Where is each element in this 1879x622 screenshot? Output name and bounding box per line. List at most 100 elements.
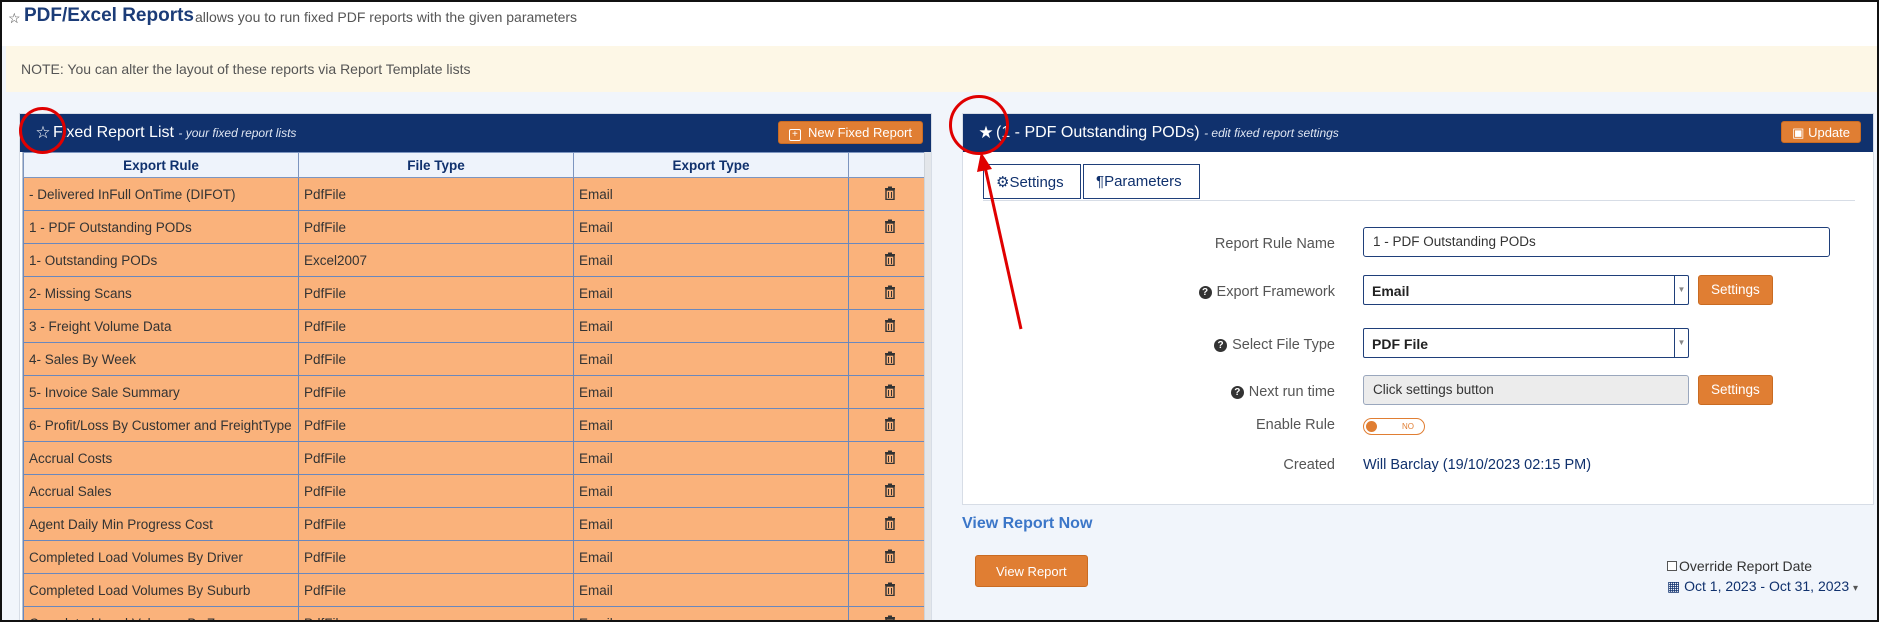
trash-icon[interactable] <box>884 285 896 299</box>
override-date-checkbox[interactable] <box>1667 561 1677 571</box>
help-icon[interactable]: ? <box>1198 286 1212 299</box>
table-row[interactable]: 6- Profit/Loss By Customer and FreightTy… <box>23 408 930 442</box>
export-rule-cell[interactable]: 1- Outstanding PODs <box>23 243 299 277</box>
favorite-star-icon[interactable]: ☆ <box>8 10 21 27</box>
table-row[interactable]: 3 - Freight Volume Data PdfFile Email <box>23 309 930 343</box>
export-rule-cell[interactable]: Completed Load Volumes By Suburb <box>23 573 299 607</box>
gear-icon: ⚙ <box>996 174 1010 191</box>
table-row[interactable]: Completed Load Volumes By ZonePdfFileEma… <box>23 606 930 622</box>
column-header-export-rule[interactable]: Export Rule <box>23 152 299 178</box>
export-rule-cell[interactable]: 2- Missing Scans <box>23 276 299 310</box>
new-fixed-report-button[interactable]: + New Fixed Report <box>777 121 923 144</box>
column-header-file-type[interactable]: File Type <box>298 152 574 178</box>
file-type-cell: Excel2007 <box>298 243 574 277</box>
export-type-cell: Email <box>573 540 849 574</box>
help-icon[interactable]: ? <box>1230 386 1244 399</box>
trash-icon[interactable] <box>884 417 896 431</box>
file-type-cell: PdfFile <box>298 375 574 409</box>
delete-cell <box>848 507 930 541</box>
export-framework-label: ? Export Framework <box>1035 284 1335 300</box>
export-rule-cell[interactable]: Accrual Costs <box>23 441 299 475</box>
export-rule-cell[interactable]: 3 - Freight Volume Data <box>23 309 299 343</box>
trash-icon[interactable] <box>884 318 896 332</box>
table-row[interactable]: Completed Load Volumes By Suburb PdfFile E… <box>23 573 930 607</box>
delete-cell <box>848 375 930 409</box>
table-row[interactable]: 1- Outstanding PODs Excel2007 Email <box>23 243 930 277</box>
export-type-cell: Email <box>573 210 849 244</box>
enable-rule-toggle[interactable]: NO <box>1363 418 1425 435</box>
export-type-cell: Email <box>573 606 849 620</box>
plus-square-icon: + <box>788 129 801 141</box>
fixed-report-list-subtitle: - your fixed report lists <box>178 126 297 140</box>
export-type-cell: Email <box>573 309 849 343</box>
page-title: PDF/Excel Reports <box>24 5 194 26</box>
toggle-state-text: NO <box>1402 422 1414 431</box>
table-row[interactable]: 2- Missing Scans PdfFile Email <box>23 276 930 310</box>
delete-cell <box>848 210 930 244</box>
file-type-cell: PdfFile <box>298 474 574 508</box>
trash-icon[interactable] <box>884 549 896 563</box>
date-range-picker[interactable]: ▦ Oct 1, 2023 - Oct 31, 2023 ▾ <box>1667 578 1858 595</box>
export-rule-cell[interactable]: Completed Load Volumes By Zone <box>23 606 299 620</box>
export-type-cell: Email <box>573 177 849 211</box>
file-type-cell: PdfFile <box>298 540 574 574</box>
trash-icon[interactable] <box>884 483 896 497</box>
export-rule-cell[interactable]: Agent Daily Min Progress Cost <box>23 507 299 541</box>
grid-scrollbar[interactable] <box>924 152 931 620</box>
next-run-time-input[interactable]: Click settings button <box>1363 375 1689 405</box>
report-rule-name-input[interactable]: 1 - PDF Outstanding PODs <box>1363 227 1830 257</box>
export-rule-cell[interactable]: - Delivered InFull OnTime (DIFOT) <box>23 177 299 211</box>
update-button[interactable]: ▣ Update <box>1781 121 1861 143</box>
trash-icon[interactable] <box>884 252 896 266</box>
help-icon[interactable]: ? <box>1214 339 1228 352</box>
column-header-export-type[interactable]: Export Type <box>573 152 849 178</box>
trash-icon[interactable] <box>884 384 896 398</box>
export-framework-settings-button[interactable]: Settings <box>1698 275 1773 305</box>
export-rule-cell[interactable]: 4- Sales By Week <box>23 342 299 376</box>
view-report-button[interactable]: View Report <box>975 555 1088 587</box>
trash-icon[interactable] <box>884 219 896 233</box>
export-framework-select[interactable]: Email ▼ <box>1363 275 1689 305</box>
trash-icon[interactable] <box>884 450 896 464</box>
table-row[interactable]: Accrual Costs PdfFile Email <box>23 441 930 475</box>
delete-cell <box>848 408 930 442</box>
edit-report-subtitle: - edit fixed report settings <box>1204 126 1339 140</box>
annotation-circle-right <box>949 95 1009 155</box>
calendar-icon: ▦ <box>1667 578 1681 594</box>
override-date-label: Override Report Date <box>1679 558 1813 574</box>
table-row[interactable]: - Delivered InFull OnTime (DIFOT) PdfFile… <box>23 177 930 211</box>
date-range-caret: ▾ <box>1853 583 1859 594</box>
table-row[interactable]: Accrual Sales PdfFile Email <box>23 474 930 508</box>
table-row[interactable]: Agent Daily Min Progress Cost PdfFile Emai… <box>23 507 930 541</box>
export-rule-cell[interactable]: Accrual Sales <box>23 474 299 508</box>
created-value: Will Barclay (19/10/2023 02:15 PM) <box>1363 457 1592 473</box>
export-rule-cell[interactable]: Completed Load Volumes By Driver <box>23 540 299 574</box>
table-row[interactable]: Completed Load Volumes By Driver PdfFile E… <box>23 540 930 574</box>
chevron-down-icon[interactable]: ▼ <box>1674 329 1688 357</box>
tab-settings[interactable]: ⚙Settings <box>983 164 1081 199</box>
update-label: Update <box>1808 125 1850 140</box>
tab-parameters[interactable]: ¶Parameters <box>1083 164 1200 199</box>
delete-cell <box>848 606 930 622</box>
next-run-settings-button[interactable]: Settings <box>1698 375 1773 405</box>
file-type-select[interactable]: PDF File ▼ <box>1363 328 1689 358</box>
table-row[interactable]: 5- Invoice Sale Summary PdfFile Email <box>23 375 930 409</box>
edit-report-title: (1 - PDF Outstanding PODs) <box>996 124 1200 141</box>
table-row[interactable]: 4- Sales By Week PdfFile Email <box>23 342 930 376</box>
file-type-cell: PdfFile <box>298 342 574 376</box>
export-rule-cell[interactable]: 6- Profit/Loss By Customer and FreightTy… <box>23 408 299 442</box>
export-rule-cell[interactable]: 1 - PDF Outstanding PODs <box>23 210 299 244</box>
override-report-date[interactable]: Override Report Date <box>1667 558 1812 574</box>
table-row[interactable]: 1 - PDF Outstanding PODs PdfFile Email <box>23 210 930 244</box>
edit-report-header: ★ (1 - PDF Outstanding PODs) - edit fixe… <box>963 114 1873 152</box>
file-type-cell: PdfFile <box>298 441 574 475</box>
trash-icon[interactable] <box>884 516 896 530</box>
trash-icon[interactable] <box>884 582 896 596</box>
export-rule-cell[interactable]: 5- Invoice Sale Summary <box>23 375 299 409</box>
chevron-down-icon[interactable]: ▼ <box>1674 276 1688 304</box>
trash-icon[interactable] <box>884 186 896 200</box>
date-range-value: Oct 1, 2023 - Oct 31, 2023 <box>1684 578 1850 594</box>
trash-icon[interactable] <box>884 615 896 622</box>
report-grid: Export Rule File Type Export Type - Deli… <box>22 152 930 622</box>
trash-icon[interactable] <box>884 351 896 365</box>
